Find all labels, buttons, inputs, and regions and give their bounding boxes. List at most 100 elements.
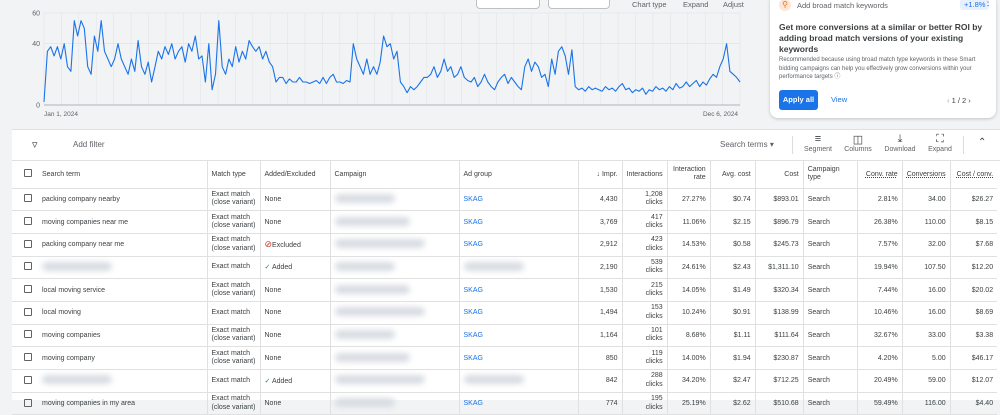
cost-per-conv: $12.07 [949, 369, 998, 393]
search-terms-dropdown[interactable]: Search terms ▾ [720, 140, 774, 149]
ad-group-link[interactable]: SKAG [464, 400, 483, 407]
search-term: local moving [42, 309, 81, 317]
conv-rate: 20.49% [856, 369, 903, 393]
download-button[interactable]: ⤓ Download [882, 133, 918, 153]
row-checkbox[interactable] [24, 194, 32, 203]
ad-group-link[interactable]: SKAG [464, 355, 483, 362]
next-icon[interactable]: › [966, 96, 971, 105]
interactions: 539 clicks [621, 256, 668, 280]
cost: $138.99 [754, 301, 804, 325]
conversions: 110.00 [901, 210, 951, 234]
redacted-campaign [334, 261, 395, 271]
campaign-type: Search [802, 210, 858, 234]
cost: $230.87 [754, 346, 804, 370]
ad-group-link[interactable]: SKAG [464, 287, 483, 294]
more-options-icon[interactable]: ⋮ [983, 0, 993, 8]
campaign-type: Search [802, 346, 858, 370]
col-avg-cost[interactable]: Avg. cost [709, 161, 756, 189]
ad-group-link[interactable]: SKAG [464, 332, 483, 339]
interactions: 417 clicks [621, 210, 668, 234]
match-type: Exact match (close variant) [206, 278, 260, 302]
recommendation-label: Add broad match keywords [797, 1, 888, 10]
col-interaction-rate[interactable]: Interaction rate [666, 161, 711, 189]
campaign-type: Search [802, 324, 858, 348]
ad-group-link[interactable]: SKAG [464, 196, 483, 203]
cost: $320.34 [754, 278, 804, 302]
cost-per-conv: $8.69 [949, 301, 998, 325]
table-toolbar: ▿ Add filter Search terms ▾ ≡ Segment ◫ Co… [12, 130, 1000, 161]
match-type: Exact match (close variant) [206, 188, 260, 212]
row-checkbox[interactable] [24, 217, 32, 226]
col-campaign-type[interactable]: Campaign type [802, 161, 858, 189]
segment-icon: ≡ [814, 133, 822, 145]
divider [792, 136, 793, 154]
view-link[interactable]: View [831, 95, 847, 104]
conv-rate: 59.49% [856, 392, 903, 415]
columns-button[interactable]: ◫ Columns [841, 133, 875, 153]
table-header-row: Search term Match type Added/Excluded Ca… [12, 161, 998, 189]
col-impressions[interactable]: ↓ Impr. [577, 161, 622, 189]
search-terms-table: Search term Match type Added/Excluded Ca… [12, 161, 998, 415]
download-icon: ⤓ [897, 133, 903, 145]
interaction-rate: 25.19% [666, 392, 711, 415]
ad-group-link[interactable]: SKAG [464, 219, 483, 226]
row-checkbox[interactable] [24, 353, 32, 362]
collapse-chevron-icon[interactable]: ⌃ [978, 137, 986, 148]
interactions: 195 clicks [621, 392, 668, 415]
filter-icon[interactable]: ▿ [32, 138, 38, 151]
redacted-ad-group [463, 375, 524, 385]
col-cost[interactable]: Cost [754, 161, 804, 189]
conversions: 32.00 [901, 233, 951, 257]
conv-rate: 7.57% [856, 233, 903, 257]
col-conv-rate[interactable]: Conv. rate [856, 161, 903, 189]
match-type: Exact match [206, 369, 260, 393]
conv-rate: 10.46% [856, 301, 903, 325]
status: None [264, 331, 282, 339]
row-checkbox[interactable] [24, 262, 32, 271]
row-checkbox[interactable] [24, 307, 32, 316]
col-interactions[interactable]: Interactions [621, 161, 668, 189]
ad-group-link[interactable]: SKAG [464, 309, 483, 316]
status: None [264, 309, 282, 317]
col-conversions[interactable]: Conversions [901, 161, 951, 189]
recommendation-description: Recommended because using broad match ty… [779, 57, 976, 80]
col-search-term[interactable]: Search term [38, 161, 207, 189]
apply-all-button[interactable]: Apply all [779, 90, 818, 110]
row-checkbox[interactable] [24, 285, 32, 294]
row-checkbox[interactable] [24, 330, 32, 339]
avg-cost: $2.43 [709, 256, 756, 280]
expand-button[interactable]: ⛶ Expand [925, 133, 955, 153]
campaign-type: Search [802, 278, 858, 302]
interactions: 1,208 clicks [621, 188, 668, 212]
avg-cost: $1.49 [709, 278, 756, 302]
cost: $896.79 [754, 210, 804, 234]
search-term: moving companies in my area [42, 400, 135, 408]
status: None [264, 354, 282, 362]
col-cost-per-conv[interactable]: Cost / conv. [949, 161, 998, 189]
performance-chart: 0 40 60 Jan 1, 2024 Dec 6, 2024 [32, 11, 741, 118]
select-all-checkbox[interactable] [24, 169, 32, 178]
segment-button[interactable]: ≡ Segment [802, 133, 834, 153]
col-ad-group[interactable]: Ad group [458, 161, 578, 189]
ad-group-link[interactable]: SKAG [464, 241, 483, 248]
table-row: moving companies near me Exact match (cl… [12, 210, 998, 234]
col-campaign[interactable]: Campaign [329, 161, 459, 189]
help-icon[interactable]: ⓘ [833, 74, 840, 80]
redacted-search-term [42, 375, 112, 385]
col-added-excluded[interactable]: Added/Excluded [259, 161, 330, 189]
pager: ‹ 1 / 2 › [947, 96, 971, 105]
row-checkbox[interactable] [24, 375, 32, 384]
interaction-rate: 14.00% [666, 346, 711, 370]
impressions: 4,430 [577, 188, 622, 212]
add-filter-button[interactable]: Add filter [73, 140, 105, 149]
divider [963, 136, 964, 154]
status: None [264, 218, 282, 226]
y-tick-label: 0 [36, 103, 40, 110]
impressions: 2,190 [577, 256, 622, 280]
interactions: 288 clicks [621, 369, 668, 393]
col-match-type[interactable]: Match type [206, 161, 260, 189]
avg-cost: $0.91 [709, 301, 756, 325]
check-icon: ✓ [264, 264, 272, 272]
row-checkbox[interactable] [24, 239, 32, 248]
redacted-campaign [334, 352, 410, 362]
